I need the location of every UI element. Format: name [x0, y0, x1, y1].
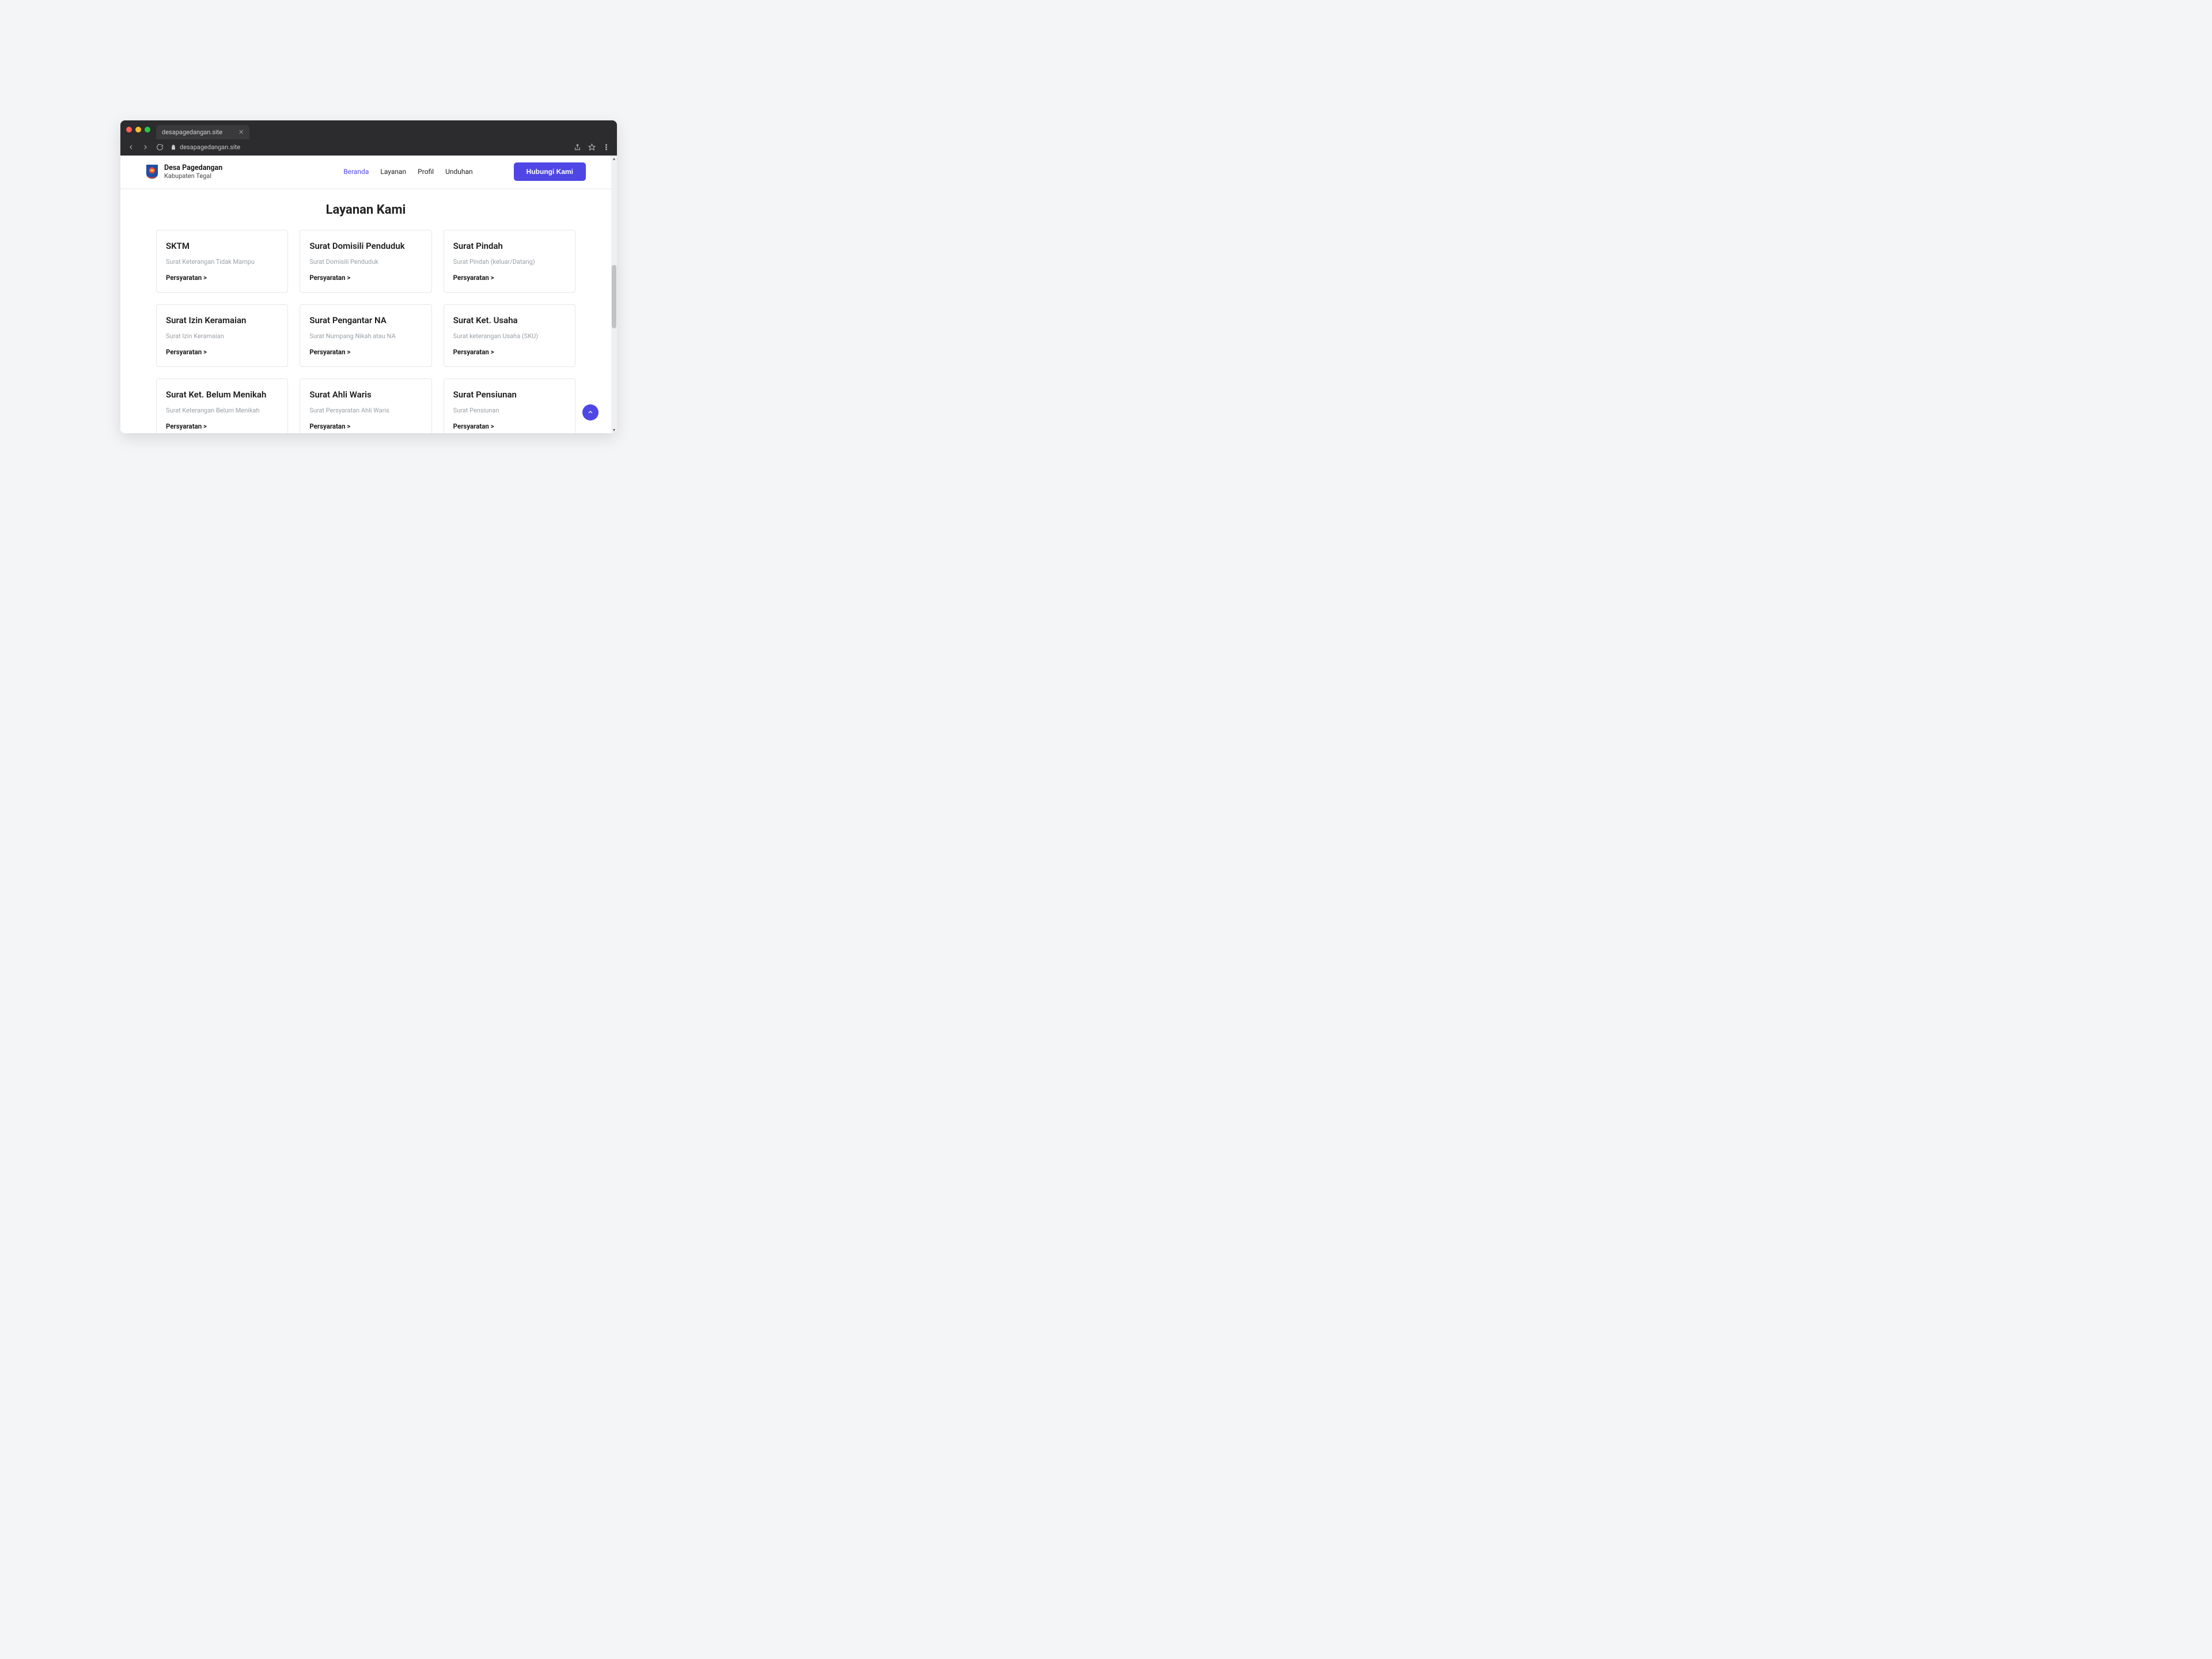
- scroll-to-top-button[interactable]: [582, 404, 599, 421]
- maximize-window-button[interactable]: [145, 127, 150, 132]
- contact-button[interactable]: Hubungi Kami: [514, 162, 586, 181]
- section-title: Layanan Kami: [120, 203, 611, 217]
- card-pindah: Surat Pindah Surat Pindah (keluar/Datang…: [444, 230, 575, 293]
- card-link[interactable]: Persyaratan >: [309, 422, 422, 430]
- card-title: Surat Pindah: [453, 241, 566, 251]
- card-desc: Surat Pensiunan: [453, 407, 566, 414]
- card-title: Surat Ket. Belum Menikah: [166, 389, 278, 400]
- cards-grid: SKTM Surat Keterangan Tidak Mampu Persya…: [120, 230, 611, 433]
- site-logo-icon: [146, 164, 158, 179]
- bookmark-star-icon[interactable]: [588, 143, 596, 151]
- nav-unduhan[interactable]: Unduhan: [445, 168, 473, 176]
- card-link[interactable]: Persyaratan >: [166, 348, 278, 356]
- card-domisili: Surat Domisili Penduduk Surat Domisili P…: [300, 230, 431, 293]
- site-header: Desa Pagedangan Kabupaten Tegal Beranda …: [120, 156, 611, 189]
- minimize-window-button[interactable]: [135, 127, 141, 132]
- card-title: Surat Pengantar NA: [309, 315, 422, 325]
- card-desc: Surat Pindah (keluar/Datang): [453, 258, 566, 266]
- card-izin-keramaian: Surat Izin Keramaian Surat Izin Keramaia…: [156, 304, 288, 367]
- card-title: Surat Izin Keramaian: [166, 315, 278, 325]
- card-title: SKTM: [166, 241, 278, 251]
- back-icon[interactable]: [127, 143, 135, 151]
- brand-block: Desa Pagedangan Kabupaten Tegal: [164, 164, 222, 180]
- close-tab-icon[interactable]: ✕: [238, 128, 244, 136]
- nav-profil[interactable]: Profil: [418, 168, 434, 176]
- card-link[interactable]: Persyaratan >: [453, 274, 566, 282]
- card-link[interactable]: Persyaratan >: [309, 348, 422, 356]
- card-link[interactable]: Persyaratan >: [309, 274, 422, 282]
- card-belum-menikah: Surat Ket. Belum Menikah Surat Keteranga…: [156, 378, 288, 433]
- forward-icon[interactable]: [142, 143, 149, 151]
- card-sktm: SKTM Surat Keterangan Tidak Mampu Persya…: [156, 230, 288, 293]
- page-content: Desa Pagedangan Kabupaten Tegal Beranda …: [120, 156, 611, 433]
- main-nav: Beranda Layanan Profil Unduhan: [343, 168, 472, 176]
- browser-tab[interactable]: desapagedangan.site ✕: [156, 125, 249, 139]
- card-title: Surat Pensiunan: [453, 389, 566, 400]
- card-pensiunan: Surat Pensiunan Surat Pensiunan Persyara…: [444, 378, 575, 433]
- card-desc: Surat Izin Keramaian: [166, 332, 278, 340]
- reload-icon[interactable]: [156, 143, 164, 151]
- card-link[interactable]: Persyaratan >: [453, 348, 566, 356]
- lock-icon: [171, 145, 176, 150]
- tab-title: desapagedangan.site: [162, 128, 222, 136]
- brand-subtitle: Kabupaten Tegal: [164, 172, 222, 180]
- card-desc: Surat Persyaratan Ahli Waris: [309, 407, 422, 414]
- card-link[interactable]: Persyaratan >: [166, 274, 278, 282]
- brand-name: Desa Pagedangan: [164, 164, 222, 172]
- card-link[interactable]: Persyaratan >: [453, 422, 566, 430]
- viewport: Desa Pagedangan Kabupaten Tegal Beranda …: [120, 156, 617, 433]
- url-text: desapagedangan.site: [180, 143, 240, 151]
- scroll-down-arrow-icon[interactable]: ▾: [611, 427, 617, 433]
- card-desc: Surat Numpang Nikah atau NA: [309, 332, 422, 340]
- card-desc: Surat Domisili Penduduk: [309, 258, 422, 266]
- nav-layanan[interactable]: Layanan: [380, 168, 406, 176]
- window-controls: [126, 127, 150, 132]
- card-pengantar-na: Surat Pengantar NA Surat Numpang Nikah a…: [300, 304, 431, 367]
- card-desc: Surat keterangan Usaha (SKU): [453, 332, 566, 340]
- arrow-up-icon: [587, 409, 594, 416]
- kebab-menu-icon[interactable]: [603, 143, 610, 151]
- browser-window: desapagedangan.site ✕ desapagedangan.sit…: [120, 120, 617, 433]
- url-display[interactable]: desapagedangan.site: [171, 143, 240, 151]
- card-link[interactable]: Persyaratan >: [166, 422, 278, 430]
- share-icon[interactable]: [574, 143, 581, 151]
- titlebar: desapagedangan.site ✕: [120, 120, 617, 139]
- scrollbar[interactable]: ▴ ▾: [611, 156, 617, 433]
- card-desc: Surat Keterangan Tidak Mampu: [166, 258, 278, 266]
- card-title: Surat Domisili Penduduk: [309, 241, 422, 251]
- card-title: Surat Ket. Usaha: [453, 315, 566, 325]
- address-bar: desapagedangan.site: [120, 139, 617, 156]
- card-ket-usaha: Surat Ket. Usaha Surat keterangan Usaha …: [444, 304, 575, 367]
- close-window-button[interactable]: [126, 127, 132, 132]
- nav-beranda[interactable]: Beranda: [343, 168, 369, 176]
- card-desc: Surat Keterangan Belum Menikah: [166, 407, 278, 414]
- card-ahli-waris: Surat Ahli Waris Surat Persyaratan Ahli …: [300, 378, 431, 433]
- scroll-thumb[interactable]: [612, 265, 616, 328]
- card-title: Surat Ahli Waris: [309, 389, 422, 400]
- scroll-up-arrow-icon[interactable]: ▴: [611, 156, 617, 161]
